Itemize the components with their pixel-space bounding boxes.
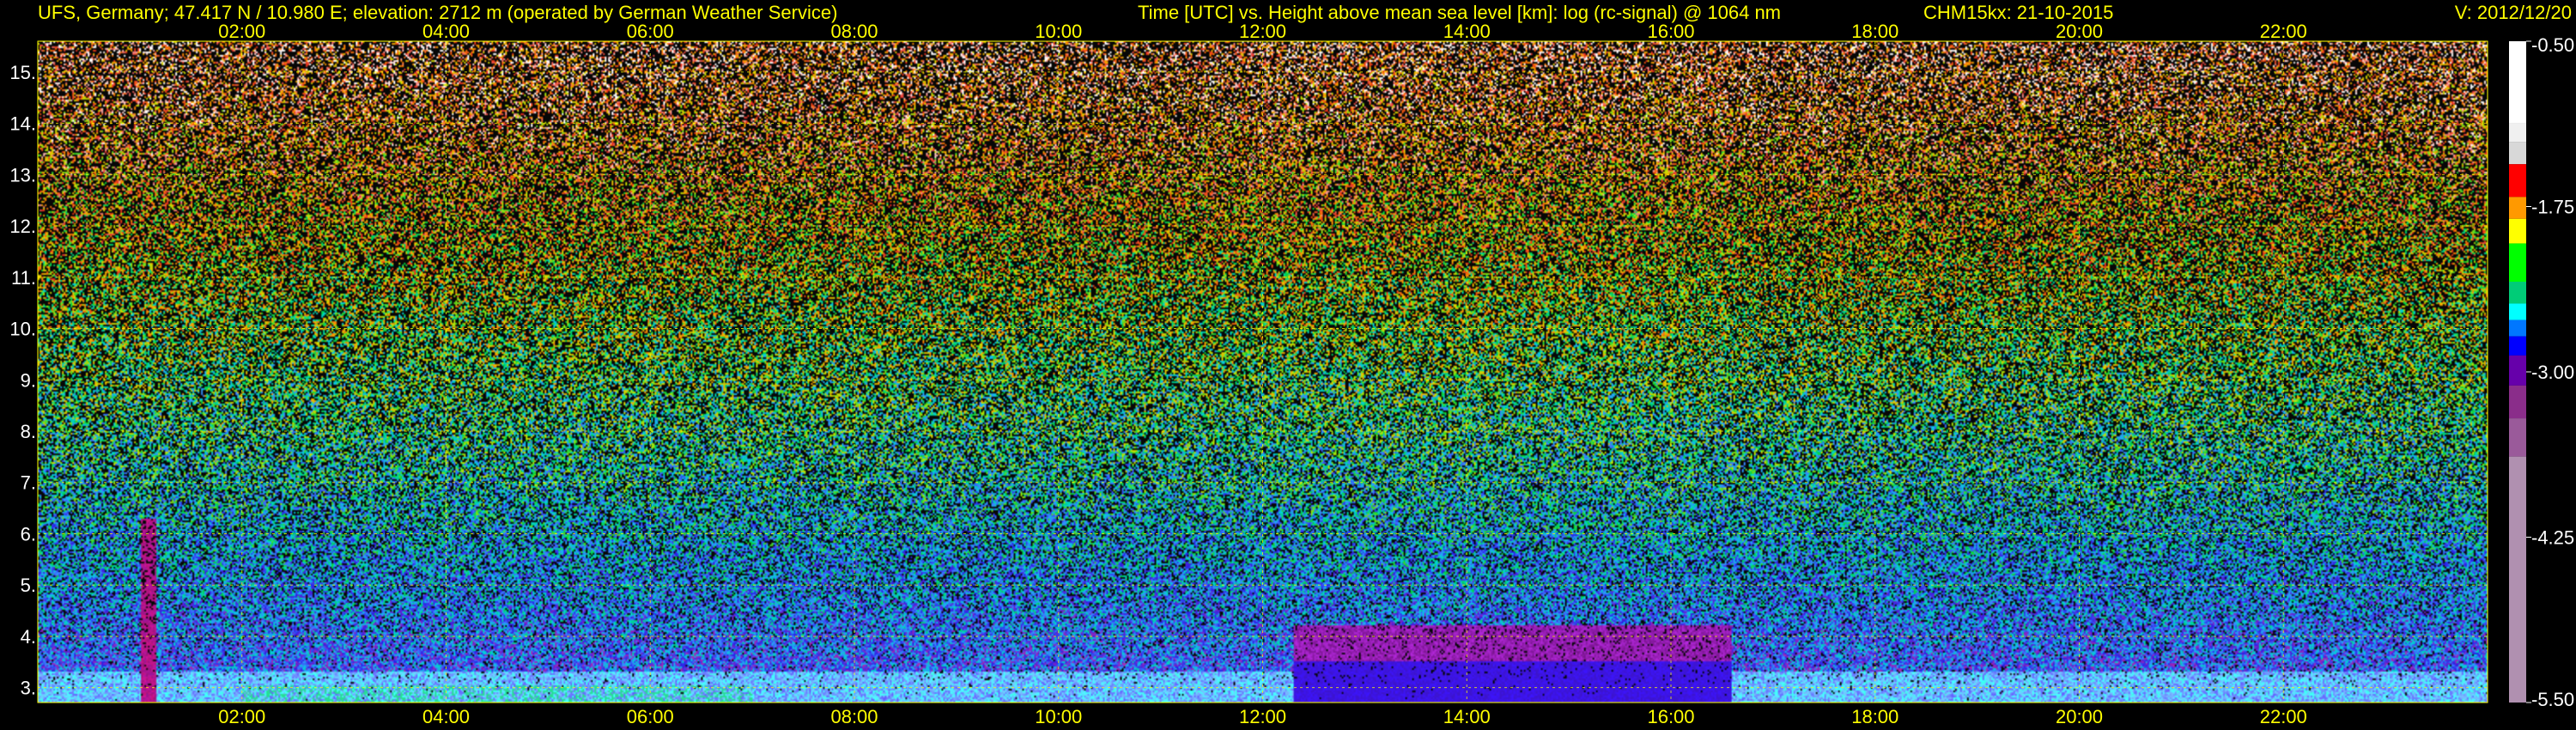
x-tick-label-top: 16:00 (1647, 21, 1694, 42)
y-tick-label: 7. (21, 472, 36, 494)
x-tick-label-bottom: 14:00 (1443, 706, 1491, 727)
colorbar-segment (2509, 41, 2526, 124)
x-tick-label-bottom: 02:00 (218, 706, 265, 727)
y-tick-label: 4. (21, 626, 36, 648)
colorbar-segment (2509, 336, 2526, 356)
colorbar-segment (2509, 243, 2526, 282)
colorbar-segment (2509, 418, 2526, 457)
colorbar-tick-label: -5.50 (2531, 689, 2574, 710)
colorbar-segment (2509, 385, 2526, 419)
x-tick-label-bottom: 16:00 (1647, 706, 1694, 727)
x-tick-label-bottom: 22:00 (2260, 706, 2307, 727)
x-tick-label-top: 06:00 (627, 21, 674, 42)
x-tick-label-top: 10:00 (1035, 21, 1082, 42)
x-tick-label-top: 08:00 (830, 21, 878, 42)
version-label: V: 2012/12/20 (2455, 2, 2572, 23)
x-tick-label-top: 20:00 (2056, 21, 2103, 42)
x-tick-label-bottom: 08:00 (830, 706, 878, 727)
y-tick-label: 3. (21, 678, 36, 699)
colorbar-tick-label: -1.75 (2531, 197, 2574, 218)
y-tick-label: 6. (21, 523, 36, 544)
colorbar-tick-label: -3.00 (2531, 362, 2574, 383)
y-tick-label: 5. (21, 575, 36, 596)
y-tick-label: 12. (9, 216, 36, 237)
y-tick-label: 15. (9, 62, 36, 83)
y-tick-label: 9. (21, 369, 36, 391)
colorbar-segment (2509, 164, 2526, 198)
colorbar (2509, 41, 2526, 703)
y-tick-label: 14. (9, 113, 36, 135)
ceilometer-quicklook: UFS, Germany; 47.417 N / 10.980 E; eleva… (0, 0, 2576, 730)
colorbar-segment (2509, 456, 2526, 703)
x-tick-label-top: 22:00 (2260, 21, 2307, 42)
colorbar-segment (2509, 142, 2526, 165)
x-tick-label-top: 02:00 (218, 21, 265, 42)
colorbar-segment (2509, 197, 2526, 219)
colorbar-tick-label: -4.25 (2531, 527, 2574, 549)
y-tick-label: 8. (21, 421, 36, 442)
colorbar-segment (2509, 218, 2526, 244)
x-tick-label-bottom: 06:00 (627, 706, 674, 727)
colorbar-tick-label: -0.50 (2531, 34, 2574, 56)
colorbar-segment (2509, 303, 2526, 320)
x-tick-label-bottom: 18:00 (1851, 706, 1899, 727)
y-tick-label: 10. (9, 319, 36, 340)
y-tick-label: 13. (9, 164, 36, 186)
plot-area (37, 40, 2488, 703)
x-tick-label-top: 14:00 (1443, 21, 1491, 42)
x-tick-label-bottom: 12:00 (1239, 706, 1286, 727)
x-tick-label-bottom: 04:00 (422, 706, 470, 727)
x-tick-label-top: 04:00 (422, 21, 470, 42)
colorbar-segment (2509, 319, 2526, 337)
colorbar-segment (2509, 355, 2526, 386)
x-tick-label-bottom: 20:00 (2056, 706, 2103, 727)
colorbar-segment (2509, 282, 2526, 304)
x-tick-label-top: 18:00 (1851, 21, 1899, 42)
x-tick-label-bottom: 10:00 (1035, 706, 1082, 727)
x-tick-label-top: 12:00 (1239, 21, 1286, 42)
y-tick-label: 11. (11, 267, 36, 289)
colorbar-segment (2509, 123, 2526, 143)
